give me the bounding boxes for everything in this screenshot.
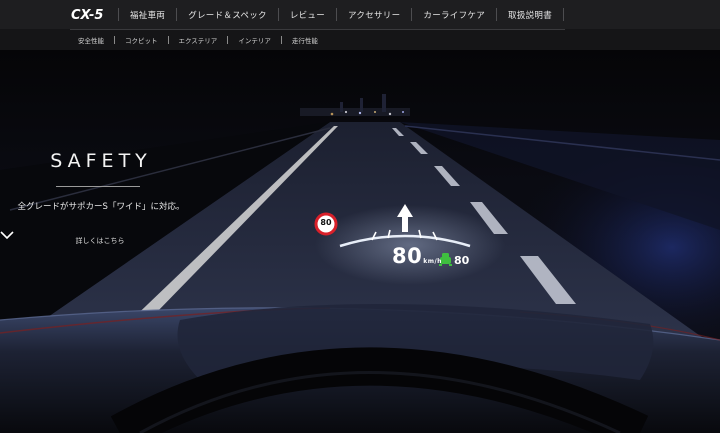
- hero-title: SAFETY: [50, 150, 152, 172]
- learn-more-label: 詳しくはこちら: [75, 237, 125, 245]
- nav-item-review[interactable]: レビュー: [279, 9, 336, 21]
- top-navigation-bar: CX-5 福祉車両 グレード＆スペック レビュー アクセサリー カーライフケア …: [0, 0, 720, 29]
- nav-item-grade-spec[interactable]: グレード＆スペック: [177, 9, 278, 21]
- hud-speed-value: 80: [392, 244, 423, 268]
- hero-banner: 80 80km/h 80 SAFETY 全グレードがサポカーS「ワイド」に対応。…: [0, 50, 720, 433]
- sub-navigation-bar: 安全性能 コクピット エクステリア インテリア 走行性能: [0, 29, 720, 50]
- subnav-item-cockpit[interactable]: コクピット: [115, 35, 168, 45]
- subnav-item-interior[interactable]: インテリア: [228, 35, 281, 45]
- hero-copy: SAFETY 全グレードがサポカーS「ワイド」に対応。: [0, 150, 196, 212]
- learn-more-link[interactable]: 詳しくはこちら: [0, 228, 196, 247]
- nav-item-welfare-vehicles[interactable]: 福祉車両: [119, 9, 176, 21]
- cx5-logo[interactable]: CX-5: [70, 6, 116, 22]
- subnav-item-exterior[interactable]: エクステリア: [169, 35, 228, 45]
- hud-speed-unit: km/h: [423, 258, 442, 265]
- nav-item-accessories[interactable]: アクセサリー: [337, 9, 411, 21]
- hud-set-speed-value: 80: [454, 254, 470, 267]
- subnav-item-safety[interactable]: 安全性能: [68, 35, 114, 45]
- sub-navigation: 安全性能 コクピット エクステリア インテリア 走行性能: [68, 29, 328, 50]
- svg-text:CX-5: CX-5: [71, 8, 103, 22]
- main-navigation: 福祉車両 グレード＆スペック レビュー アクセサリー カーライフケア 取扱説明書: [118, 0, 565, 29]
- hero-subtitle: 全グレードがサポカーS「ワイド」に対応。: [17, 202, 185, 212]
- nav-separator: [563, 8, 565, 21]
- speed-sign-value: 80: [320, 218, 332, 227]
- chevron-down-icon: [0, 231, 14, 239]
- hud-speed-readout: 80km/h: [392, 244, 442, 268]
- hero-title-underline: [56, 186, 140, 187]
- nav-item-owners-manual[interactable]: 取扱説明書: [497, 9, 563, 21]
- subnav-item-driving[interactable]: 走行性能: [282, 35, 328, 45]
- nav-item-car-life-care[interactable]: カーライフケア: [412, 9, 496, 21]
